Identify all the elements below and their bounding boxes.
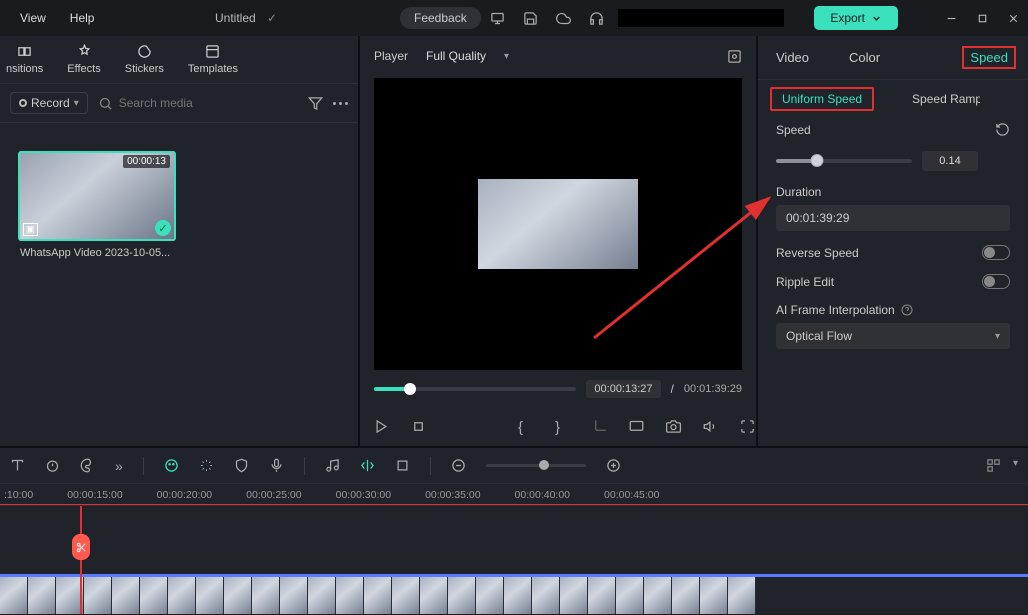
text-tool-icon[interactable]	[10, 458, 25, 473]
feedback-button[interactable]: Feedback	[400, 7, 481, 29]
stop-icon[interactable]	[411, 419, 426, 434]
music-icon[interactable]	[325, 458, 340, 473]
tab-stickers[interactable]: Stickers	[125, 44, 164, 75]
properties-panel: Video Color Speed Uniform Speed Speed Ra…	[758, 36, 1028, 446]
search-input[interactable]	[119, 96, 274, 110]
subtab-speed-ramping[interactable]: Speed Ramping	[912, 92, 980, 106]
playhead[interactable]	[80, 506, 82, 614]
timeline-scale[interactable]: :10:00 00:00:15:00 00:00:20:00 00:00:25:…	[0, 484, 1028, 506]
time-current: 00:00:13:27	[586, 380, 660, 398]
timer-icon[interactable]	[45, 458, 60, 473]
timeline-panel: » ▾ :10:00 00:00:15:00 00:00:20:00 00:00…	[0, 446, 1028, 614]
display-icon[interactable]	[629, 419, 644, 434]
maximize-icon[interactable]	[976, 12, 989, 25]
help-icon[interactable]	[901, 304, 913, 316]
cut-scissors-icon[interactable]	[72, 534, 90, 560]
ai-interp-label: AI Frame Interpolation	[776, 303, 895, 317]
more-menu-icon[interactable]	[333, 102, 348, 105]
time-total: 00:01:39:29	[684, 383, 742, 395]
timeline-tracks[interactable]	[0, 506, 1028, 614]
video-badge-icon: ▣	[23, 223, 38, 236]
player-label: Player	[374, 49, 408, 63]
chevron-down-icon: ▾	[74, 98, 79, 109]
chevron-down-icon: ▾	[995, 331, 1000, 342]
speed-value[interactable]: 0.14	[922, 151, 978, 171]
preview-area[interactable]	[374, 78, 742, 370]
zoom-in-icon[interactable]	[606, 458, 621, 473]
tab-video[interactable]: Video	[770, 48, 815, 67]
reverse-speed-toggle[interactable]	[982, 245, 1010, 260]
camera-icon[interactable]	[666, 419, 681, 434]
reset-icon[interactable]	[995, 122, 1010, 137]
duration-value[interactable]: 00:01:39:29	[776, 205, 1010, 231]
time-sep: /	[671, 382, 674, 396]
thumb-duration: 00:00:13	[123, 155, 170, 168]
menu-view[interactable]: View	[8, 7, 58, 29]
ripple-edit-toggle[interactable]	[982, 274, 1010, 289]
saved-check-icon: ✓	[267, 11, 277, 25]
mark-out-icon[interactable]: }	[555, 419, 570, 434]
shield-icon[interactable]	[234, 458, 249, 473]
quality-select[interactable]: Full Quality ▾	[426, 49, 509, 63]
volume-icon[interactable]	[703, 419, 718, 434]
ai-interp-select[interactable]: Optical Flow ▾	[776, 323, 1010, 349]
player-scrubber[interactable]	[374, 387, 576, 391]
fullscreen-icon[interactable]	[740, 419, 755, 434]
menu-help[interactable]: Help	[58, 7, 107, 29]
search-icon	[98, 96, 113, 111]
titlebar: View Help Untitled ✓ Feedback Export	[0, 0, 1028, 36]
chevron-down-icon[interactable]: ▾	[1013, 458, 1018, 473]
tab-effects[interactable]: Effects	[67, 44, 100, 75]
mark-in-icon[interactable]: {	[518, 419, 533, 434]
media-panel: nsitions Effects Stickers Templates Reco…	[0, 36, 360, 446]
play-icon[interactable]	[374, 419, 389, 434]
mic-icon[interactable]	[269, 458, 284, 473]
redacted-area	[618, 9, 784, 27]
ai-face-icon[interactable]	[164, 458, 179, 473]
split-icon[interactable]	[360, 458, 375, 473]
zoom-slider[interactable]	[486, 464, 586, 467]
chevron-down-icon: ▾	[504, 51, 509, 62]
player-panel: Player Full Quality ▾ 00:00:13:27 / 00:0…	[360, 36, 758, 446]
tab-speed[interactable]: Speed	[962, 46, 1016, 69]
view-mode-icon[interactable]	[986, 458, 1001, 473]
tab-transitions[interactable]: nsitions	[6, 44, 43, 75]
speed-label: Speed	[776, 123, 811, 137]
subtab-uniform-speed[interactable]: Uniform Speed	[770, 87, 874, 111]
ripple-edit-label: Ripple Edit	[776, 275, 834, 289]
speed-slider[interactable]	[776, 159, 912, 163]
media-thumbnail[interactable]: 00:00:13 ▣ ✓	[18, 151, 176, 241]
reverse-speed-label: Reverse Speed	[776, 246, 859, 260]
cloud-icon[interactable]	[556, 11, 571, 26]
media-thumbnail-label: WhatsApp Video 2023-10-05...	[18, 247, 340, 259]
used-check-icon: ✓	[155, 220, 171, 236]
export-button[interactable]: Export	[814, 6, 898, 30]
record-icon	[19, 99, 27, 107]
sparkle-icon[interactable]	[199, 458, 214, 473]
monitor-icon[interactable]	[490, 11, 505, 26]
titlebar-icons	[490, 11, 637, 26]
headphones-icon[interactable]	[589, 11, 604, 26]
zoom-out-icon[interactable]	[451, 458, 466, 473]
preview-video-frame	[478, 179, 638, 269]
video-clip[interactable]	[0, 574, 1028, 614]
record-button[interactable]: Record ▾	[10, 92, 88, 114]
duration-label: Duration	[776, 185, 1010, 199]
crop-icon[interactable]	[592, 419, 607, 434]
palette-icon[interactable]	[80, 458, 95, 473]
project-title: Untitled ✓	[215, 11, 277, 25]
crop-tool-icon[interactable]	[395, 458, 410, 473]
close-icon[interactable]	[1007, 12, 1020, 25]
chevron-down-icon	[871, 13, 882, 24]
tab-color[interactable]: Color	[843, 48, 886, 67]
filter-icon[interactable]	[308, 96, 323, 111]
save-icon[interactable]	[523, 11, 538, 26]
snapshot-icon[interactable]	[727, 49, 742, 64]
minimize-icon[interactable]	[945, 12, 958, 25]
more-tools-icon[interactable]: »	[115, 458, 123, 474]
tab-templates[interactable]: Templates	[188, 44, 238, 75]
